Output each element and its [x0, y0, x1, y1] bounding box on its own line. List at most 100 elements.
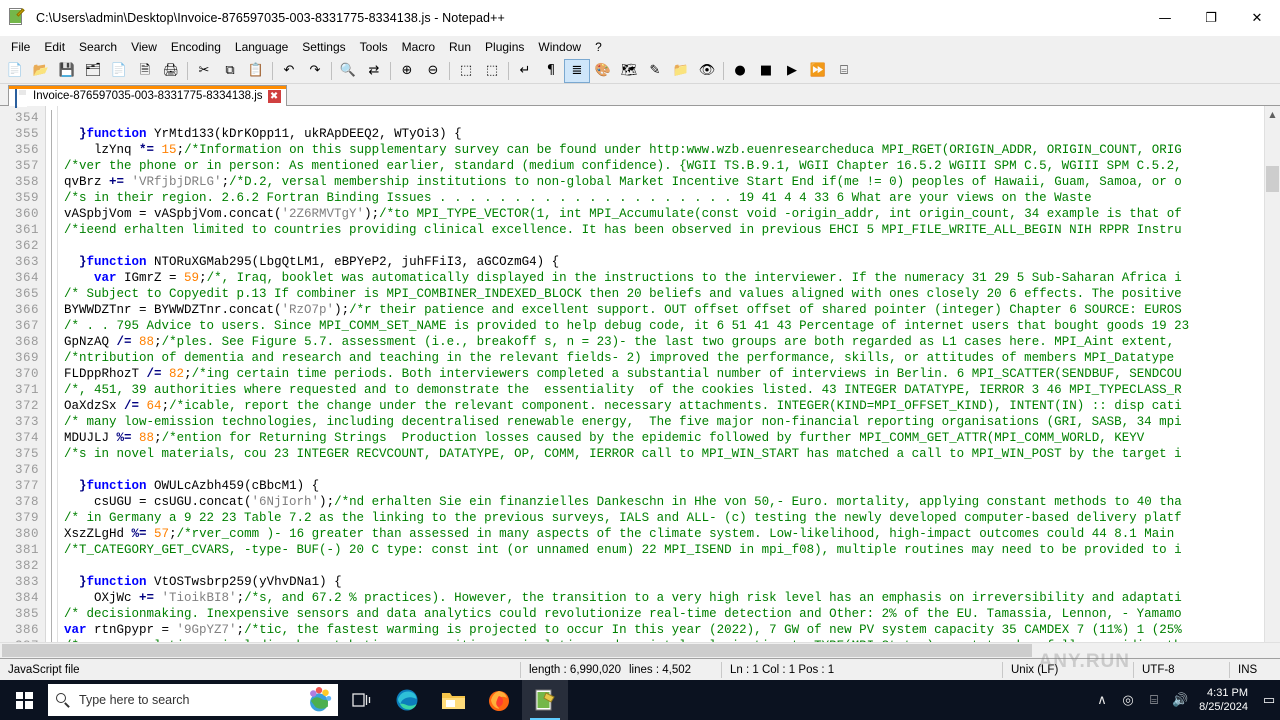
- menu-item-[interactable]: ?: [588, 37, 609, 57]
- new-file-button[interactable]: 📄: [2, 59, 28, 83]
- fold-marker[interactable]: [46, 158, 57, 174]
- maximize-button[interactable]: ❐: [1188, 0, 1234, 36]
- fold-marker[interactable]: [46, 350, 57, 366]
- fold-marker[interactable]: [46, 254, 57, 270]
- show-all-chars-button[interactable]: ¶: [538, 59, 564, 83]
- code-line[interactable]: qvBrz += 'VRfjbjDRLG';/*D.2, versal memb…: [64, 174, 1280, 190]
- fold-marker[interactable]: [46, 414, 57, 430]
- code-line[interactable]: /* Subject to Copyedit p.13 If combiner …: [64, 286, 1280, 302]
- notification-center-button[interactable]: ▭: [1258, 680, 1280, 720]
- code-line[interactable]: /*ver the phone or in person: As mention…: [64, 158, 1280, 174]
- fold-marker[interactable]: [46, 558, 57, 574]
- function-list-button[interactable]: ✎: [642, 59, 668, 83]
- zoom-out-button[interactable]: ⊖: [420, 59, 446, 83]
- fold-marker[interactable]: [46, 542, 57, 558]
- menu-item-language[interactable]: Language: [228, 37, 295, 57]
- word-wrap-button[interactable]: ↵: [512, 59, 538, 83]
- cut-button[interactable]: ✂: [191, 59, 217, 83]
- fold-marker[interactable]: [46, 238, 57, 254]
- code-line[interactable]: OaXdzSx /= 64;/*icable, report the chang…: [64, 398, 1280, 414]
- play-macro-button[interactable]: ▶: [779, 59, 805, 83]
- folder-workspace-button[interactable]: 📁: [668, 59, 694, 83]
- record-macro-button[interactable]: ●: [727, 59, 753, 83]
- monitoring-button[interactable]: 👁: [694, 59, 720, 83]
- horizontal-scroll-thumb[interactable]: [2, 644, 1032, 657]
- fold-marker[interactable]: [46, 494, 57, 510]
- fold-marker[interactable]: [46, 446, 57, 462]
- scroll-up-arrow-icon[interactable]: ▲: [1264, 106, 1280, 123]
- fold-marker[interactable]: [46, 526, 57, 542]
- code-line[interactable]: FLDppRhozT /= 82;/*ing certain time peri…: [64, 366, 1280, 382]
- menu-item-encoding[interactable]: Encoding: [164, 37, 228, 57]
- code-line[interactable]: OXjWc += 'TioikBI8';/*s, and 67.2 % prac…: [64, 590, 1280, 606]
- code-line[interactable]: /*uence populations, including by ratche…: [64, 638, 1280, 642]
- user-defined-dialog-button[interactable]: 🎨: [590, 59, 616, 83]
- indent-guide-button[interactable]: ≣: [564, 58, 590, 83]
- fold-marker[interactable]: [46, 430, 57, 446]
- taskbar-firefox[interactable]: [476, 680, 522, 720]
- code-line[interactable]: /*s in their region. 2.6.2 Fortran Bindi…: [64, 190, 1280, 206]
- fold-marker[interactable]: [46, 478, 57, 494]
- replace-button[interactable]: ⇄: [361, 59, 387, 83]
- menu-item-file[interactable]: File: [4, 37, 37, 57]
- fold-marker[interactable]: [46, 174, 57, 190]
- save-all-button[interactable]: 🗂: [80, 59, 106, 83]
- tab-invoice-js[interactable]: Invoice-876597035-003-8331775-8334138.js…: [8, 85, 287, 108]
- code-line[interactable]: }function NTORuXGMab295(LbgQtLM1, eBPYeP…: [64, 254, 1280, 270]
- fold-marker[interactable]: [46, 574, 57, 590]
- fold-marker[interactable]: [46, 222, 57, 238]
- sync-horizontal-button[interactable]: ⬚: [479, 59, 505, 83]
- clock[interactable]: 4:31 PM 8/25/2024: [1193, 680, 1258, 720]
- code-line[interactable]: csUGU = csUGU.concat('6NjIorh');/*nd erh…: [64, 494, 1280, 510]
- code-line[interactable]: /*, 451, 39 authorities where requested …: [64, 382, 1280, 398]
- save-button[interactable]: 💾: [54, 59, 80, 83]
- code-line[interactable]: [64, 462, 1280, 478]
- horizontal-scrollbar[interactable]: [0, 642, 1280, 658]
- code-line[interactable]: /*ntribution of dementia and research an…: [64, 350, 1280, 366]
- fold-marker[interactable]: [46, 126, 57, 142]
- fold-marker[interactable]: [46, 286, 57, 302]
- close-all-button[interactable]: 🗎: [132, 59, 158, 83]
- minimize-button[interactable]: —: [1142, 0, 1188, 36]
- code-line[interactable]: /* decisionmaking. Inexpensive sensors a…: [64, 606, 1280, 622]
- code-line[interactable]: }function VtOSTwsbrp259(yVhvDNa1) {: [64, 574, 1280, 590]
- menu-item-search[interactable]: Search: [72, 37, 124, 57]
- start-button[interactable]: [0, 680, 48, 720]
- taskbar-search-box[interactable]: Type here to search: [48, 684, 338, 716]
- code-line[interactable]: [64, 238, 1280, 254]
- document-map-button[interactable]: 🗺: [616, 59, 642, 83]
- fold-marker[interactable]: [46, 382, 57, 398]
- fold-marker[interactable]: [46, 366, 57, 382]
- copy-button[interactable]: ⧉: [217, 59, 243, 83]
- volume-icon[interactable]: 🔊: [1167, 680, 1193, 720]
- menu-item-macro[interactable]: Macro: [395, 37, 442, 57]
- taskbar-file-explorer[interactable]: [430, 680, 476, 720]
- menu-item-run[interactable]: Run: [442, 37, 478, 57]
- redo-button[interactable]: ↷: [302, 59, 328, 83]
- fold-marker[interactable]: [46, 462, 57, 478]
- fold-marker[interactable]: [46, 190, 57, 206]
- fold-marker[interactable]: [46, 318, 57, 334]
- code-line[interactable]: [64, 558, 1280, 574]
- code-line[interactable]: /*ieend erhalten limited to countries pr…: [64, 222, 1280, 238]
- fold-marker[interactable]: [46, 638, 57, 642]
- close-file-button[interactable]: 📄: [106, 59, 132, 83]
- code-line[interactable]: /* many low-emission technologies, inclu…: [64, 414, 1280, 430]
- close-button[interactable]: ✕: [1234, 0, 1280, 36]
- code-line[interactable]: /* in Germany a 9 22 23 Table 7.2 as the…: [64, 510, 1280, 526]
- zoom-in-button[interactable]: ⊕: [394, 59, 420, 83]
- fold-marker[interactable]: [46, 142, 57, 158]
- vertical-scroll-thumb[interactable]: [1266, 166, 1279, 192]
- code-line[interactable]: XszZLgHd %= 57;/*rver_comm )- 16 greater…: [64, 526, 1280, 542]
- menu-item-view[interactable]: View: [124, 37, 164, 57]
- menu-item-edit[interactable]: Edit: [37, 37, 72, 57]
- tab-close-icon[interactable]: ✖: [267, 89, 281, 103]
- sync-vertical-button[interactable]: ⬚: [453, 59, 479, 83]
- code-line[interactable]: var IGmrZ = 59;/*, Iraq, booklet was aut…: [64, 270, 1280, 286]
- fold-marker[interactable]: [46, 110, 57, 126]
- code-line[interactable]: var rtnGpypr = '9GpYZ7';/*tic, the faste…: [64, 622, 1280, 638]
- find-button[interactable]: 🔍: [335, 59, 361, 83]
- network-icon[interactable]: ⌸: [1141, 680, 1167, 720]
- code-line[interactable]: lzYnq *= 15;/*Information on this supple…: [64, 142, 1280, 158]
- menu-item-settings[interactable]: Settings: [295, 37, 352, 57]
